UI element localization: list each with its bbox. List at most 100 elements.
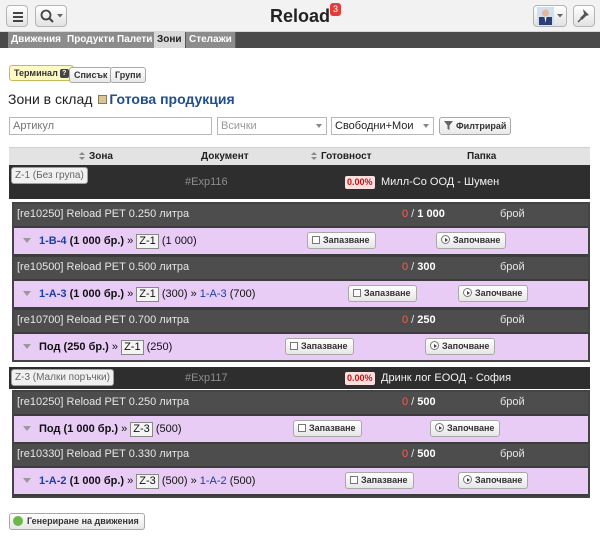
source-location[interactable]: 1-A-3 bbox=[39, 288, 67, 300]
avatar bbox=[537, 7, 563, 25]
mode-select-value: Свободни+Мои bbox=[335, 120, 414, 132]
header-zone[interactable]: Зона bbox=[79, 151, 113, 162]
location-path: 1-B-4 (1 000 бр.) » Z-1 (1 000) bbox=[39, 234, 197, 249]
nav-tabs: Движения Продукти Палети Зони Стелажи bbox=[0, 32, 600, 48]
tab-movements[interactable]: Движения bbox=[8, 32, 65, 48]
chevron-down-icon bbox=[423, 124, 429, 128]
store-link[interactable]: Готова продукция bbox=[109, 91, 234, 107]
header-folder: Папка bbox=[467, 151, 497, 162]
header-readiness[interactable]: Готовност bbox=[311, 151, 372, 162]
zone-badge: Z-3 bbox=[136, 474, 159, 489]
product-name: [re10250] Reload PET 0.250 литра bbox=[17, 396, 190, 408]
tab-pallets[interactable]: Палети bbox=[114, 32, 157, 48]
play-icon bbox=[463, 475, 472, 484]
status-select[interactable]: Всички bbox=[217, 117, 327, 135]
app-title: Reload bbox=[269, 6, 330, 26]
source-location[interactable]: 1-B-4 bbox=[39, 235, 67, 247]
document-link[interactable]: #Exp117 bbox=[185, 372, 228, 384]
groups-button[interactable]: Групи bbox=[110, 67, 147, 83]
pin-icon bbox=[577, 9, 589, 23]
tab-racks[interactable]: Стелажи bbox=[186, 32, 236, 48]
source-location: Под bbox=[39, 341, 61, 353]
pin-button[interactable] bbox=[573, 5, 595, 27]
location-row: 1-A-3 (1 000 бр.) » Z-1 (300) » 1-A-3 (7… bbox=[14, 281, 588, 307]
zone-row: Z-1 (Без група) #Exp116 0.00% Милл-Со ОО… bbox=[9, 165, 590, 199]
expand-icon[interactable] bbox=[23, 426, 31, 431]
partner-name: Милл-Со ООД - Шумен bbox=[381, 176, 500, 188]
unit: брой bbox=[500, 396, 525, 408]
article-input[interactable] bbox=[9, 117, 212, 135]
checkbox-icon bbox=[353, 289, 361, 297]
play-icon bbox=[430, 341, 439, 350]
quantity: 0 / 300 bbox=[402, 261, 436, 273]
list-button[interactable]: Списък bbox=[69, 67, 113, 83]
user-menu-button[interactable] bbox=[533, 5, 567, 27]
zone-badge: Z-3 bbox=[130, 422, 153, 437]
reserve-button[interactable]: Запазване bbox=[348, 285, 417, 302]
location-row: 1-B-4 (1 000 бр.) » Z-1 (1 000) Запазван… bbox=[14, 228, 588, 254]
help-icon: ? bbox=[59, 69, 69, 78]
store-icon bbox=[98, 95, 108, 104]
generate-icon bbox=[13, 516, 23, 526]
expand-icon[interactable] bbox=[23, 238, 31, 243]
tab-products[interactable]: Продукти bbox=[64, 32, 119, 48]
zone-tag[interactable]: Z-3 (Малки поръчки) bbox=[11, 369, 114, 386]
reserve-button[interactable]: Запазване bbox=[307, 232, 376, 249]
location-row: Под (1 000 бр.) » Z-3 (500) Запазване За… bbox=[14, 416, 588, 442]
product-name: [re10500] Reload PET 0.500 литра bbox=[17, 261, 190, 273]
unit: брой bbox=[500, 314, 525, 326]
quantity: 0 / 500 bbox=[402, 448, 436, 460]
source-location: Под bbox=[39, 423, 61, 435]
mode-select[interactable]: Свободни+Мои bbox=[331, 117, 434, 135]
page-title: Зони в склад Готова продукция bbox=[8, 91, 235, 107]
quantity: 0 / 1 000 bbox=[402, 208, 445, 220]
zone-tag[interactable]: Z-1 (Без група) bbox=[11, 167, 88, 184]
location-path: Под (1 000 бр.) » Z-3 (500) bbox=[39, 422, 182, 437]
product-name: [re10250] Reload PET 0.250 литра bbox=[17, 208, 190, 220]
filter-button-label: Филтрирай bbox=[456, 121, 507, 131]
status-select-value: Всички bbox=[221, 120, 257, 132]
extra-location-link[interactable]: 1-A-3 bbox=[200, 288, 227, 300]
filter-button[interactable]: Филтрирай bbox=[439, 117, 512, 135]
table-header: Зона Документ Готовност Папка bbox=[9, 147, 590, 165]
extra-location-link[interactable]: 1-A-2 bbox=[200, 475, 227, 487]
tab-zones[interactable]: Зони bbox=[154, 32, 186, 48]
terminal-label: Терминал bbox=[14, 68, 58, 78]
reserve-button[interactable]: Запазване bbox=[285, 338, 354, 355]
table-row: [re10500] Reload PET 0.500 литра 0 / 300… bbox=[14, 257, 588, 279]
unit: брой bbox=[500, 448, 525, 460]
reserve-button[interactable]: Запазване bbox=[345, 472, 414, 489]
terminal-button[interactable]: Терминал? bbox=[9, 65, 74, 81]
start-button[interactable]: Започване bbox=[458, 285, 529, 302]
filter-icon bbox=[444, 121, 453, 130]
table-row: [re10250] Reload PET 0.250 литра 0 / 500… bbox=[14, 392, 588, 414]
zone-row: Z-3 (Малки поръчки) #Exp117 0.00% Дринк … bbox=[9, 367, 590, 389]
start-button[interactable]: Започване bbox=[458, 472, 529, 489]
unit: брой bbox=[500, 208, 525, 220]
play-icon bbox=[435, 423, 444, 432]
location-path: 1-A-2 (1 000 бр.) » Z-3 (500) » 1-A-2 (5… bbox=[39, 474, 256, 489]
document-link[interactable]: #Exp116 bbox=[185, 176, 228, 188]
table-row: [re10330] Reload PET 0.330 литра 0 / 500… bbox=[14, 444, 588, 466]
start-button[interactable]: Започване bbox=[436, 232, 507, 249]
start-button[interactable]: Започване bbox=[430, 420, 501, 437]
generate-movements-button[interactable]: Генериране на движения bbox=[9, 513, 145, 530]
location-row: 1-A-2 (1 000 бр.) » Z-3 (500) » 1-A-2 (5… bbox=[14, 468, 588, 494]
zone-badge: Z-1 bbox=[121, 340, 144, 355]
play-icon bbox=[463, 288, 472, 297]
reserve-button[interactable]: Запазване bbox=[293, 420, 362, 437]
expand-icon[interactable] bbox=[23, 478, 31, 483]
readiness-badge: 0.00% bbox=[345, 372, 375, 385]
source-location[interactable]: 1-A-2 bbox=[39, 475, 67, 487]
unit: брой bbox=[500, 261, 525, 273]
location-path: Под (250 бр.) » Z-1 (250) bbox=[39, 340, 173, 355]
notification-badge[interactable]: 3 bbox=[330, 3, 341, 16]
sort-icon bbox=[79, 152, 85, 160]
checkbox-icon bbox=[312, 236, 320, 244]
readiness-badge: 0.00% bbox=[345, 176, 375, 189]
expand-icon[interactable] bbox=[23, 344, 31, 349]
start-button[interactable]: Започване bbox=[425, 338, 496, 355]
chevron-down-icon bbox=[316, 124, 322, 128]
expand-icon[interactable] bbox=[23, 291, 31, 296]
quantity: 0 / 250 bbox=[402, 314, 436, 326]
